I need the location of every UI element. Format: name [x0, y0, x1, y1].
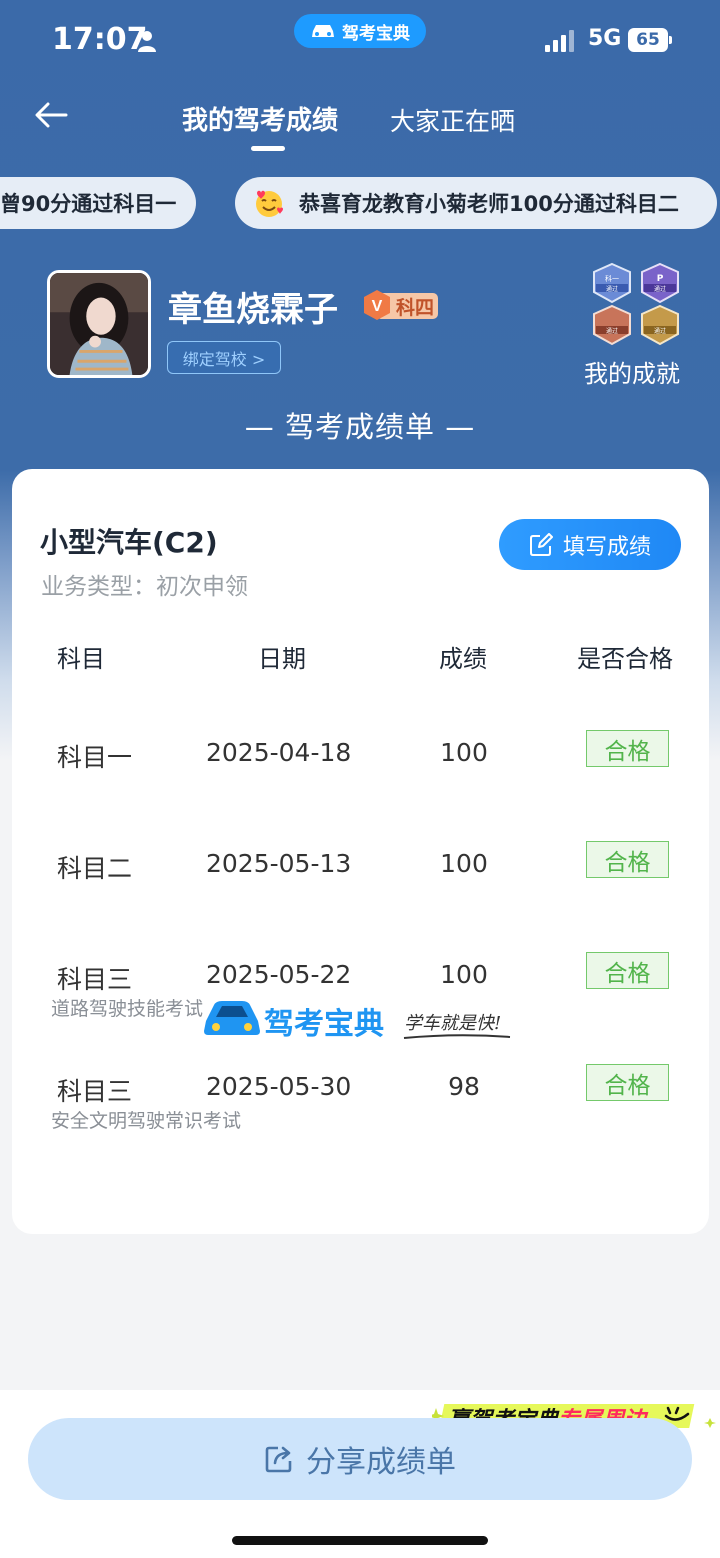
level-badge: V 科四	[362, 288, 440, 322]
table-row: 科目三 2025-05-30 98 合格 安全文明驾驶常识考试	[12, 1064, 709, 1162]
share-icon	[265, 1446, 292, 1473]
row-date: 2025-05-13	[206, 849, 352, 878]
badge-pass-text: 通过	[654, 327, 666, 335]
app-indicator-pill[interactable]: 驾考宝典	[294, 14, 426, 48]
row-note: 安全文明驾驶常识考试	[51, 1110, 242, 1132]
ticker-text: 曾90分通过科目一	[0, 192, 177, 216]
row-date: 2025-04-18	[206, 738, 352, 767]
achievement-badge: 通过 科一	[593, 262, 631, 304]
achievement-badge: 通过 P	[641, 262, 679, 304]
achievements-badges[interactable]: 通过 科一 通过 P 通过 通过	[588, 262, 684, 348]
row-score: 100	[440, 849, 488, 878]
achievement-badge: 通过	[641, 304, 679, 346]
pass-badge: 合格	[586, 841, 669, 878]
home-indicator[interactable]	[232, 1536, 488, 1545]
signal-icon	[545, 30, 574, 52]
row-date: 2025-05-22	[206, 960, 352, 989]
row-subject: 科目一	[57, 743, 133, 772]
row-score: 98	[448, 1072, 480, 1101]
tab-everyone-sharing[interactable]: 大家正在晒	[390, 102, 515, 138]
share-score-sheet-button[interactable]: 分享成绩单	[28, 1418, 692, 1500]
pass-badge: 合格	[586, 730, 669, 767]
level-badge-text: 科四	[396, 297, 435, 319]
smiling-face-hearts-icon	[256, 190, 283, 217]
table-row: 科目二 2025-05-13 100 合格	[12, 841, 709, 939]
header-date: 日期	[258, 645, 306, 673]
badge-pass-text: 通过	[654, 285, 666, 293]
person-icon	[138, 31, 156, 52]
avatar-photo	[50, 273, 148, 375]
app-name: 驾考宝典	[342, 23, 410, 44]
row-subject: 科目三	[57, 1077, 133, 1106]
battery-level: 65	[628, 28, 668, 52]
header-pass: 是否合格	[577, 645, 673, 673]
score-card: 小型汽车(C2) 业务类型：初次申领 填写成绩 科目 日期 成绩 是否合格 科目…	[12, 469, 709, 1234]
row-subject: 科目三	[57, 965, 133, 994]
network-label: 5G	[588, 26, 622, 51]
badge-tag-text: P	[657, 274, 664, 284]
pass-badge: 合格	[586, 952, 669, 989]
brand-slogan: 学车就是快!	[404, 1013, 502, 1034]
car-logo-icon	[204, 1001, 260, 1035]
header-score: 成绩	[439, 645, 487, 673]
row-date: 2025-05-30	[206, 1072, 352, 1101]
row-note: 道路驾驶技能考试	[51, 998, 204, 1020]
share-label: 分享成绩单	[306, 1445, 456, 1480]
business-type: 业务类型：初次申领	[41, 574, 248, 600]
edit-icon	[529, 532, 553, 556]
my-achievements-label[interactable]: 我的成就	[584, 354, 680, 389]
username: 章鱼烧霖子	[168, 290, 338, 330]
badge-pass-text: 通过	[606, 327, 618, 335]
bind-school-button[interactable]: 绑定驾校 >	[167, 341, 281, 374]
badge-pass-text: 通过	[606, 285, 618, 293]
header-subject: 科目	[57, 645, 105, 673]
pass-badge: 合格	[586, 1064, 669, 1101]
ticker-item[interactable]: 曾90分通过科目一	[0, 177, 196, 229]
fill-score-button[interactable]: 填写成绩	[499, 519, 681, 570]
score-sheet-title: — 驾考成绩单 —	[244, 410, 476, 444]
brand-logo: 驾考宝典 学车就是快!	[188, 995, 528, 1043]
badge-tag-text: 科一	[605, 274, 619, 283]
ticker-item[interactable]: 恭喜育龙教育小菊老师100分通过科目二	[235, 177, 717, 229]
active-tab-indicator	[251, 146, 285, 151]
row-score: 100	[440, 960, 488, 989]
table-row: 科目一 2025-04-18 100 合格	[12, 730, 709, 828]
svg-text:V: V	[372, 298, 383, 315]
avatar[interactable]	[47, 270, 151, 378]
row-score: 100	[440, 738, 488, 767]
tab-my-scores[interactable]: 我的驾考成绩	[182, 100, 338, 137]
achievement-badge: 通过	[593, 304, 631, 346]
slogan-underline	[403, 1034, 511, 1039]
vehicle-type: 小型汽车(C2)	[40, 526, 218, 559]
achievement-badges-icon: 通过 科一 通过 P 通过 通过	[593, 262, 679, 346]
ticker-text: 恭喜育龙教育小菊老师100分通过科目二	[299, 192, 679, 216]
status-time: 17:07	[52, 22, 148, 57]
back-arrow-icon[interactable]	[34, 100, 70, 130]
row-subject: 科目二	[57, 854, 133, 883]
brand-name: 驾考宝典	[264, 1007, 384, 1042]
battery-icon: 65	[628, 28, 672, 52]
fill-score-label: 填写成绩	[562, 534, 651, 560]
car-icon	[312, 25, 334, 37]
